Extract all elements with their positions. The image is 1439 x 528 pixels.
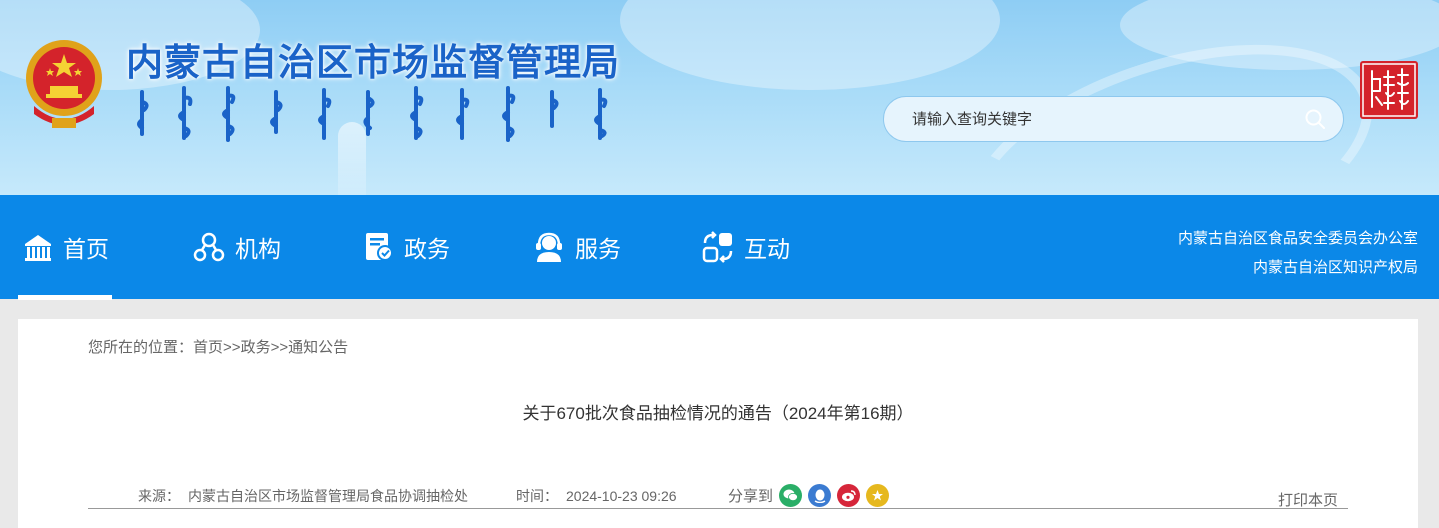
source-label: 来源：: [138, 488, 180, 504]
qq-icon[interactable]: [808, 484, 832, 507]
organization-icon: [193, 232, 225, 262]
cloud-decoration: [620, 0, 1000, 90]
search-input[interactable]: [912, 110, 1303, 128]
breadcrumb-item-notices[interactable]: 通知公告: [288, 339, 348, 356]
nav-item-government-affairs[interactable]: 政务: [364, 195, 450, 299]
service-headset-icon: [536, 232, 562, 262]
nav-related-links: 内蒙古自治区食品安全委员会办公室 内蒙古自治区知识产权局: [1178, 224, 1418, 282]
link-food-safety-committee[interactable]: 内蒙古自治区食品安全委员会办公室: [1178, 224, 1418, 253]
nav-item-service[interactable]: 服务: [533, 195, 621, 299]
breadcrumb-separator: >>: [270, 339, 289, 356]
share-label: 分享到: [728, 488, 774, 505]
wechat-icon[interactable]: [779, 484, 803, 507]
breadcrumb-item-government-affairs[interactable]: 政务: [241, 339, 271, 356]
source-value: 内蒙古自治区市场监督管理局食品协调抽检处: [188, 488, 468, 504]
search-icon[interactable]: [1303, 107, 1327, 131]
mongolian-subtitle-logo: [132, 82, 622, 144]
breadcrumb-item-home[interactable]: 首页: [193, 339, 223, 356]
inner-mongolia-seal-logo: [1360, 61, 1418, 119]
share-bar: 分享到: [728, 484, 890, 507]
qzone-icon[interactable]: [866, 484, 890, 507]
site-title: 内蒙古自治区市场监督管理局: [126, 42, 620, 83]
breadcrumb-separator: >>: [223, 339, 241, 356]
time-value: 2024-10-23 09:26: [566, 488, 677, 504]
nav-item-label: 首页: [63, 236, 109, 262]
nav-item-label: 机构: [235, 236, 281, 262]
nav-item-interaction[interactable]: 互动: [702, 195, 790, 299]
nav-item-home[interactable]: 首页: [18, 195, 112, 300]
meta-divider: [88, 508, 1348, 509]
nav-item-label: 政务: [404, 236, 450, 262]
search-box[interactable]: [883, 96, 1344, 142]
home-building-icon: [25, 235, 51, 261]
article-meta: 来源： 内蒙古自治区市场监督管理局食品协调抽检处 时间： 2024-10-23 …: [138, 486, 677, 506]
nav-item-label: 服务: [575, 236, 621, 262]
breadcrumb-prefix: 您所在的位置：: [88, 339, 194, 356]
breadcrumb: 您所在的位置：首页>>政务>>通知公告: [88, 336, 348, 357]
link-intellectual-property-office[interactable]: 内蒙古自治区知识产权局: [1178, 253, 1418, 282]
article-content-card: 您所在的位置：首页>>政务>>通知公告 关于670批次食品抽检情况的通告（202…: [18, 319, 1418, 528]
weibo-icon[interactable]: [837, 484, 861, 507]
interaction-icon: [702, 231, 733, 263]
print-page-link[interactable]: 打印本页: [1278, 489, 1338, 510]
header-banner: 内蒙古自治区市场监督管理局: [0, 0, 1439, 195]
nav-item-label: 互动: [744, 236, 790, 262]
time-label: 时间：: [516, 488, 558, 504]
government-doc-icon: [366, 233, 393, 261]
article-title: 关于670批次食品抽检情况的通告（2024年第16期）: [522, 404, 914, 423]
national-emblem-icon: [22, 36, 106, 132]
nav-item-organization[interactable]: 机构: [193, 195, 281, 299]
